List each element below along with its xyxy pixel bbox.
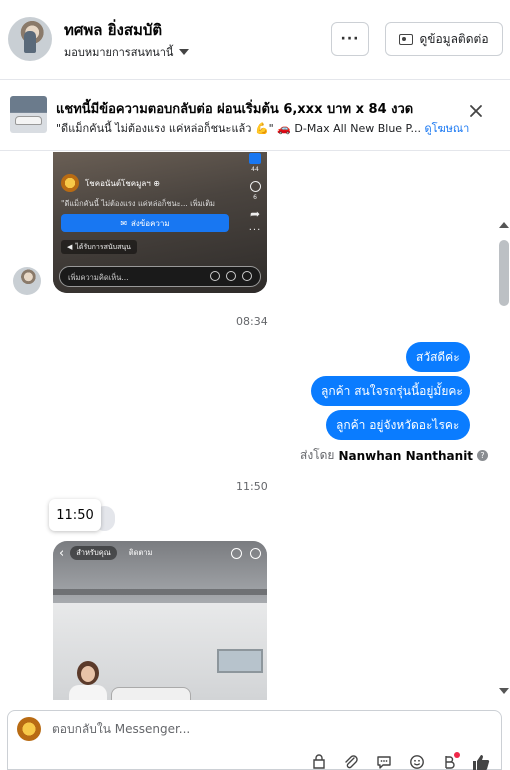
notification-dot — [454, 752, 460, 758]
outgoing-message[interactable]: สวัสดีค่ะ — [406, 342, 470, 372]
ad-context-banner: แชทนี้มีข้อความตอบกลับต่อ ผ่อนเริ่มต้น 6… — [0, 81, 510, 151]
page-logo — [61, 174, 79, 192]
like-count: 44 — [251, 166, 259, 173]
reply-input[interactable] — [52, 722, 352, 736]
like-icon — [249, 153, 261, 164]
emoji-icon — [226, 271, 236, 281]
scrollbar[interactable] — [498, 152, 510, 700]
view-contact-label: ดูข้อมูลติดต่อ — [419, 31, 489, 46]
reel-caption: "ดีแม็กคันนี้ ไม่ต้องแรง แค่หล่อก็ชนะ...… — [61, 199, 216, 208]
ad-description: "ดีแม็กคันนี้ ไม่ต้องแรง แค่หล่อก็ชนะแล้… — [56, 119, 469, 137]
comment-icon — [249, 181, 261, 192]
view-ad-link[interactable]: ดูโฆษณา — [424, 122, 469, 135]
sent-by-name: Nanwhan Nanthanit — [338, 448, 474, 463]
send-message-cta-button[interactable]: ✉ ส่งข้อความ — [61, 214, 229, 232]
more-icon: ··· — [248, 225, 262, 236]
ad-description-text: "ดีแม็กคันนี้ ไม่ต้องแรง แค่หล่อก็ชนะแล้… — [56, 122, 421, 135]
profile-icon — [250, 547, 261, 559]
more-options-button[interactable]: ··· — [331, 22, 369, 56]
time-tooltip: 11:50 — [49, 499, 101, 531]
shared-reel-card[interactable]: ‹ สำหรับคุณ ติดตาม — [53, 541, 267, 700]
ad-title: แชทนี้มีข้อความตอบกลับต่อ ผ่อนเริ่มต้น 6… — [56, 102, 414, 117]
scroll-down-icon[interactable] — [499, 688, 509, 694]
shared-reel-card[interactable]: โชคอนันต์โชคมูลฯ ⊕ "ดีแม็กคันนี้ ไม่ต้อง… — [53, 152, 267, 293]
contact-avatar[interactable] — [8, 17, 52, 61]
gif-icon — [242, 271, 252, 281]
reel-top-bar: ‹ สำหรับคุณ ติดตาม — [59, 545, 261, 561]
chat-bubble-icon[interactable] — [375, 754, 393, 770]
tab-for-you: สำหรับคุณ — [70, 546, 117, 560]
contact-name[interactable]: ทศพล ยิ่งสมบัติ — [64, 18, 162, 42]
info-icon[interactable]: ? — [477, 450, 489, 461]
composer — [7, 710, 502, 770]
ad-thumbnail — [10, 96, 47, 133]
page-avatar — [17, 717, 41, 741]
thumbs-up-icon[interactable] — [472, 754, 490, 770]
message-timestamp: 11:50 — [236, 480, 268, 493]
sent-by-prefix: ส่งโดย — [300, 448, 335, 462]
send-message-cta-label: ส่งข้อความ — [131, 218, 170, 228]
message-timestamp: 08:34 — [236, 315, 268, 328]
reel-comment-bar: เพิ่มความคิดเห็น... — [59, 266, 261, 287]
sponsored-label: ◀ ได้รับการสนับสนุน — [61, 240, 137, 254]
emoji-icon[interactable] — [408, 754, 426, 770]
sent-by-line: ส่งโดย Nanwhan Nanthanit ? — [300, 446, 489, 465]
reel-comment-placeholder: เพิ่มความคิดเห็น... — [68, 273, 129, 282]
outgoing-message[interactable]: ลูกค้า อยู่จังหวัดอะไรคะ — [326, 410, 470, 440]
camera-icon — [210, 271, 220, 281]
back-icon: ‹ — [59, 545, 65, 561]
saved-replies-icon[interactable] — [310, 754, 328, 770]
contact-card-icon — [399, 33, 414, 45]
search-icon — [231, 547, 242, 559]
conversation-header: ทศพล ยิ่งสมบัติ มอบหมายการสนทนานี้ ··· ด… — [0, 0, 510, 80]
attach-icon[interactable] — [342, 754, 360, 770]
comment-count: 6 — [253, 194, 257, 201]
scrollbar-thumb[interactable] — [499, 240, 509, 306]
view-contact-button[interactable]: ดูข้อมูลติดต่อ — [385, 22, 503, 56]
outgoing-message[interactable]: ลูกค้า สนใจรถรุ่นนี้อยู่มั้ยคะ — [311, 376, 470, 406]
megaphone-icon: ◀ — [67, 243, 73, 251]
tab-following: ติดตาม — [128, 548, 153, 557]
reel-page-name: โชคอนันต์โชคมูลฯ ⊕ — [85, 178, 161, 188]
reel-page-row: โชคอนันต์โชคมูลฯ ⊕ — [61, 174, 160, 192]
share-icon: ➦ — [249, 207, 261, 221]
scroll-up-icon[interactable] — [499, 222, 509, 228]
messenger-icon: ✉ — [120, 218, 128, 228]
caret-down-icon — [179, 49, 190, 55]
assign-conversation-dropdown[interactable]: มอบหมายการสนทนานี้ — [64, 43, 190, 61]
sender-avatar[interactable] — [13, 267, 41, 295]
sponsored-text: ได้รับการสนับสนุน — [75, 242, 131, 251]
close-icon[interactable] — [469, 104, 483, 118]
reel-actions: 44 6 ➦ ··· — [245, 152, 265, 236]
assign-conversation-label: มอบหมายการสนทนานี้ — [64, 46, 174, 59]
